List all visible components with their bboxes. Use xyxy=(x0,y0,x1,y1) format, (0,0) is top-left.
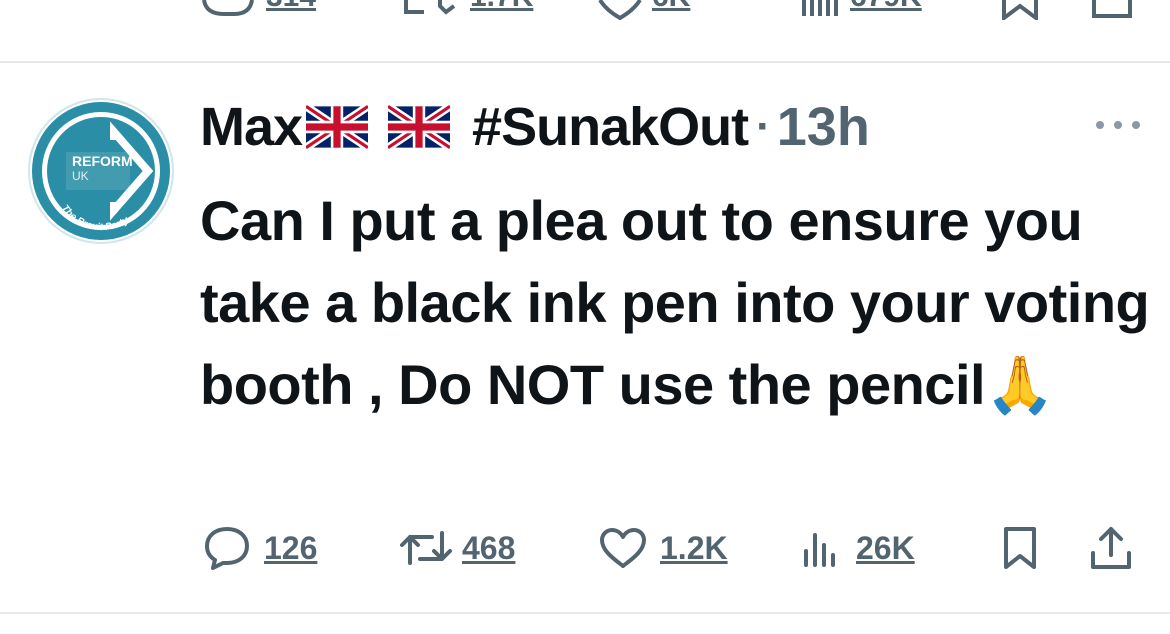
more-dot-icon xyxy=(1114,121,1122,129)
like-count: 1.2K xyxy=(660,529,728,566)
reply-button[interactable]: 126 xyxy=(202,520,317,576)
share-icon[interactable] xyxy=(1090,0,1134,20)
more-dot-icon xyxy=(1096,121,1104,129)
retweet-button[interactable]: 468 xyxy=(396,520,515,576)
more-options-button[interactable] xyxy=(1096,115,1140,135)
prev-views-count: 679K xyxy=(850,0,922,12)
retweet-count: 468 xyxy=(462,529,516,566)
bookmark-button[interactable] xyxy=(998,520,1042,576)
reform-uk-logo: REFORM UK The Brexit Party xyxy=(32,102,170,240)
uk-flag-icon xyxy=(388,105,451,149)
bookmark-icon xyxy=(1004,527,1036,569)
tweet-header: Max #SunakOut · 13h xyxy=(200,92,870,162)
previous-tweet-actions: 314 1.7K 6K 679K xyxy=(0,0,1170,62)
heart-icon xyxy=(600,528,646,568)
share-icon xyxy=(1091,527,1131,569)
divider-top xyxy=(0,61,1170,63)
uk-flag-icon xyxy=(306,105,369,149)
reply-icon xyxy=(205,527,249,570)
heart-icon xyxy=(598,0,642,20)
prev-views-button[interactable]: 679K xyxy=(800,0,922,20)
avatar-line1: REFORM xyxy=(72,153,133,169)
views-icon xyxy=(802,0,838,16)
prev-retweet-button[interactable]: 1.7K xyxy=(400,0,533,20)
reply-icon xyxy=(202,0,254,16)
more-dot-icon xyxy=(1132,121,1140,129)
author-avatar[interactable]: REFORM UK The Brexit Party xyxy=(28,98,174,244)
prev-like-count: 6K xyxy=(652,0,690,12)
bookmark-icon[interactable] xyxy=(1000,0,1040,20)
tweet-timestamp[interactable]: 13h xyxy=(777,96,870,158)
author-name[interactable]: Max xyxy=(200,96,303,158)
prev-reply-button[interactable]: 314 xyxy=(200,0,316,20)
prev-retweet-count: 1.7K xyxy=(470,0,533,12)
like-button[interactable]: 1.2K xyxy=(598,520,728,576)
tweet-text: Can I put a plea out to ensure you take … xyxy=(200,180,1160,426)
retweet-icon xyxy=(400,531,452,565)
avatar-line2: UK xyxy=(72,169,89,183)
tweet-actions: 126 468 1.2K 26K xyxy=(0,520,1170,576)
views-button[interactable]: 26K xyxy=(800,520,915,576)
divider-bottom xyxy=(0,612,1170,614)
praying-hands-emoji: 🙏 xyxy=(985,353,1055,416)
prev-like-button[interactable]: 6K xyxy=(598,0,690,20)
views-icon xyxy=(804,533,835,567)
header-separator: · xyxy=(756,102,771,151)
prev-reply-count: 314 xyxy=(266,0,316,12)
retweet-icon xyxy=(404,0,456,15)
views-count: 26K xyxy=(856,529,915,566)
share-button[interactable] xyxy=(1086,520,1136,576)
reply-count: 126 xyxy=(264,529,318,566)
author-hashtag: #SunakOut xyxy=(472,97,749,157)
